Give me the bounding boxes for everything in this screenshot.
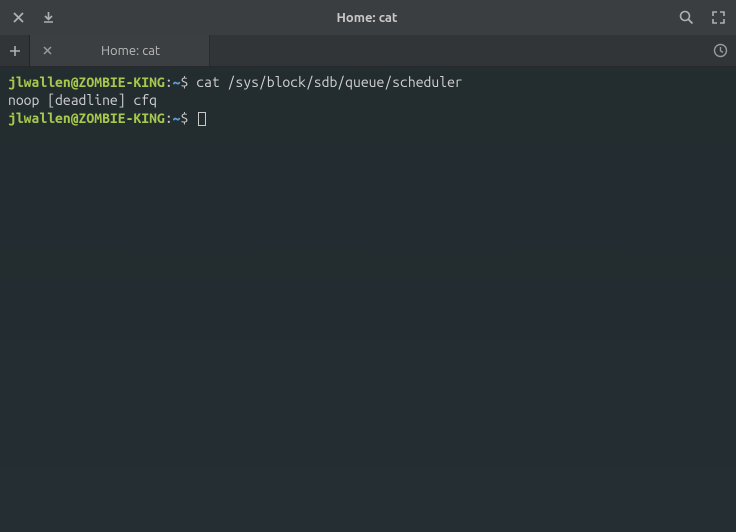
prompt-sep: : bbox=[165, 74, 173, 90]
history-icon[interactable] bbox=[704, 35, 736, 66]
tab-label: Home: cat bbox=[62, 44, 199, 58]
titlebar-left-controls bbox=[10, 10, 56, 26]
tab-home-cat[interactable]: Home: cat bbox=[30, 35, 210, 66]
terminal-line: jlwallen@ZOMBIE-KING:~$ bbox=[8, 109, 728, 127]
terminal-output-line: noop [deadline] cfq bbox=[8, 91, 728, 109]
new-tab-button[interactable] bbox=[0, 35, 30, 66]
cursor-icon bbox=[198, 112, 206, 126]
prompt-path: ~ bbox=[173, 74, 181, 90]
prompt-path: ~ bbox=[173, 110, 181, 126]
tabbar: Home: cat bbox=[0, 35, 736, 67]
command-text: cat /sys/block/sdb/queue/scheduler bbox=[196, 74, 463, 90]
prompt-sep: : bbox=[165, 110, 173, 126]
prompt-user-host: jlwallen@ZOMBIE-KING bbox=[8, 110, 165, 126]
terminal-line: jlwallen@ZOMBIE-KING:~$ cat /sys/block/s… bbox=[8, 73, 728, 91]
tab-close-icon[interactable] bbox=[40, 44, 54, 58]
download-icon[interactable] bbox=[40, 10, 56, 26]
search-icon[interactable] bbox=[678, 10, 694, 26]
window-title: Home: cat bbox=[56, 11, 678, 25]
prompt-user-host: jlwallen@ZOMBIE-KING bbox=[8, 74, 165, 90]
titlebar-right-controls bbox=[678, 10, 726, 26]
terminal-pane[interactable]: jlwallen@ZOMBIE-KING:~$ cat /sys/block/s… bbox=[0, 67, 736, 532]
close-icon[interactable] bbox=[10, 10, 26, 26]
fullscreen-icon[interactable] bbox=[710, 10, 726, 26]
tabbar-spacer bbox=[210, 35, 704, 66]
terminal-window: Home: cat Home: cat jlwallen@ZOMBIE-KING… bbox=[0, 0, 736, 532]
titlebar: Home: cat bbox=[0, 0, 736, 35]
output-text: noop [deadline] cfq bbox=[8, 92, 157, 108]
